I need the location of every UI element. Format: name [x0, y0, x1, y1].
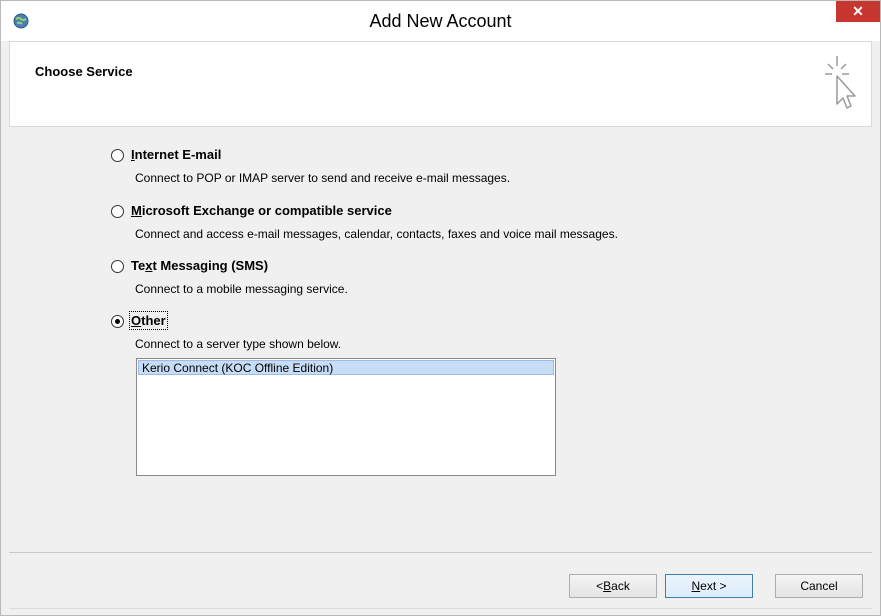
other-radio[interactable] — [111, 315, 124, 328]
title-bar[interactable]: Add New Account ✕ — [1, 1, 880, 41]
internet-email-description: Connect to POP or IMAP server to send an… — [135, 171, 511, 185]
wizard-header: Choose Service — [9, 41, 872, 127]
exchange-radio[interactable] — [111, 205, 124, 218]
exchange-description: Connect and access e-mail messages, cale… — [135, 227, 618, 241]
exchange-label[interactable]: Microsoft Exchange or compatible service — [131, 203, 392, 218]
list-item[interactable]: Kerio Connect (KOC Offline Edition) — [138, 360, 554, 375]
cancel-button[interactable]: Cancel — [775, 574, 863, 598]
window-title: Add New Account — [369, 11, 512, 31]
close-button[interactable]: ✕ — [836, 1, 880, 22]
other-label[interactable]: Other — [129, 311, 168, 330]
internet-email-radio[interactable] — [111, 149, 124, 162]
text-messaging-label[interactable]: Text Messaging (SMS) — [131, 258, 268, 273]
next-button[interactable]: Next > — [665, 574, 753, 598]
page-title: Choose Service — [35, 64, 133, 79]
internet-email-label[interactable]: Internet E-mail — [131, 147, 221, 162]
text-messaging-radio[interactable] — [111, 260, 124, 273]
text-messaging-description: Connect to a mobile messaging service. — [135, 282, 348, 296]
server-type-list[interactable]: Kerio Connect (KOC Offline Edition) — [136, 358, 556, 476]
wizard-cursor-icon — [825, 56, 856, 109]
add-new-account-dialog: Add New Account ✕ Choose Service Interne… — [0, 0, 881, 616]
other-description: Connect to a server type shown below. — [135, 337, 342, 351]
back-button[interactable]: < Back — [569, 574, 657, 598]
